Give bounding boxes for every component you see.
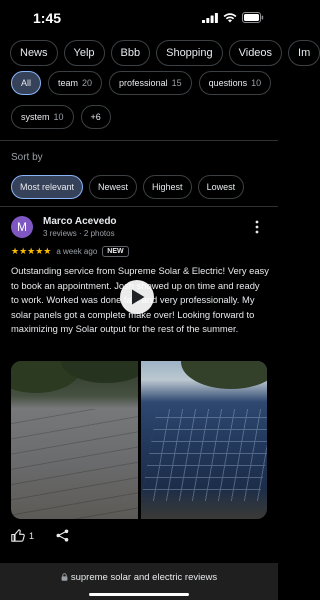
star-rating: ★★★★★ — [11, 246, 52, 256]
roof-texture — [11, 409, 138, 519]
tab-videos[interactable]: Videos — [228, 40, 283, 66]
review-rating-row: ★★★★★ a week ago NEW — [11, 246, 129, 257]
filter-chip-count: 10 — [53, 112, 64, 122]
filter-chip-count: 10 — [251, 78, 262, 88]
tab-images[interactable]: Im — [288, 40, 320, 66]
new-badge: NEW — [102, 246, 129, 257]
filter-chip-label: +6 — [90, 112, 101, 122]
filter-chip-more[interactable]: +6 — [80, 105, 111, 129]
reviewer-name[interactable]: Marco Acevedo — [43, 216, 117, 227]
sort-lowest[interactable]: Lowest — [197, 175, 245, 199]
cellular-signal-icon — [202, 12, 218, 23]
filter-chip-professional[interactable]: professional 15 — [109, 71, 192, 95]
section-divider — [0, 206, 278, 207]
filter-chip-label: All — [21, 78, 32, 88]
filter-chip-team[interactable]: team 20 — [48, 71, 103, 95]
filter-chip-label: professional — [119, 78, 168, 88]
review-age: a week ago — [56, 247, 98, 256]
more-options-icon[interactable] — [253, 220, 261, 234]
address-bar-url: supreme solar and electric reviews — [0, 572, 278, 583]
lock-icon — [61, 573, 68, 581]
review-photos — [11, 361, 267, 519]
browser-address-bar[interactable]: supreme solar and electric reviews — [0, 563, 278, 600]
address-bar-query: supreme solar and electric reviews — [70, 572, 218, 583]
sort-highest[interactable]: Highest — [143, 175, 192, 199]
tab-yelp[interactable]: Yelp — [63, 40, 105, 66]
filter-chip-label: questions — [208, 78, 248, 88]
filter-chip-count: 20 — [82, 78, 93, 88]
section-divider — [0, 140, 278, 141]
status-icons — [202, 12, 264, 23]
battery-icon — [242, 12, 264, 23]
reviewer-avatar[interactable]: M — [11, 216, 33, 238]
review-topic-filters: All team 20 professional 15 questions 10 — [11, 71, 272, 95]
tree-foliage — [180, 361, 267, 389]
status-time: 1:45 — [33, 10, 62, 26]
play-video-button[interactable] — [120, 280, 154, 314]
filter-chip-all[interactable]: All — [11, 71, 42, 95]
sort-by-label: Sort by — [11, 152, 43, 163]
share-icon[interactable] — [56, 529, 69, 542]
tab-bbb[interactable]: Bbb — [110, 40, 151, 66]
filter-chip-system[interactable]: system 10 — [11, 105, 74, 129]
sort-most-relevant[interactable]: Most relevant — [11, 175, 84, 199]
reviewer-meta: 3 reviews · 2 photos — [43, 229, 115, 238]
sort-options: Most relevant Newest Highest Lowest — [11, 175, 245, 199]
wifi-icon — [223, 12, 237, 22]
review-photo-solar-panels[interactable] — [140, 361, 267, 519]
review-topic-filters-row-2: system 10 +6 — [11, 105, 111, 129]
filter-chip-count: 15 — [171, 78, 182, 88]
solar-panel-grid — [140, 409, 267, 501]
filter-chip-questions[interactable]: questions 10 — [198, 71, 272, 95]
search-vertical-tabs: News Yelp Bbb Shopping Videos Im — [10, 40, 320, 66]
review-actions: 1 — [11, 529, 69, 542]
thumbs-up-icon[interactable] — [11, 529, 25, 542]
home-indicator — [89, 593, 189, 596]
status-bar: 1:45 — [0, 0, 278, 36]
filter-chip-label: system — [21, 112, 50, 122]
play-icon — [132, 289, 145, 305]
tab-news[interactable]: News — [10, 40, 58, 66]
filter-chip-label: team — [58, 78, 79, 88]
review-photo-roof-before[interactable] — [11, 361, 138, 519]
tab-shopping[interactable]: Shopping — [156, 40, 223, 66]
sort-newest[interactable]: Newest — [89, 175, 138, 199]
like-count: 1 — [29, 530, 35, 541]
